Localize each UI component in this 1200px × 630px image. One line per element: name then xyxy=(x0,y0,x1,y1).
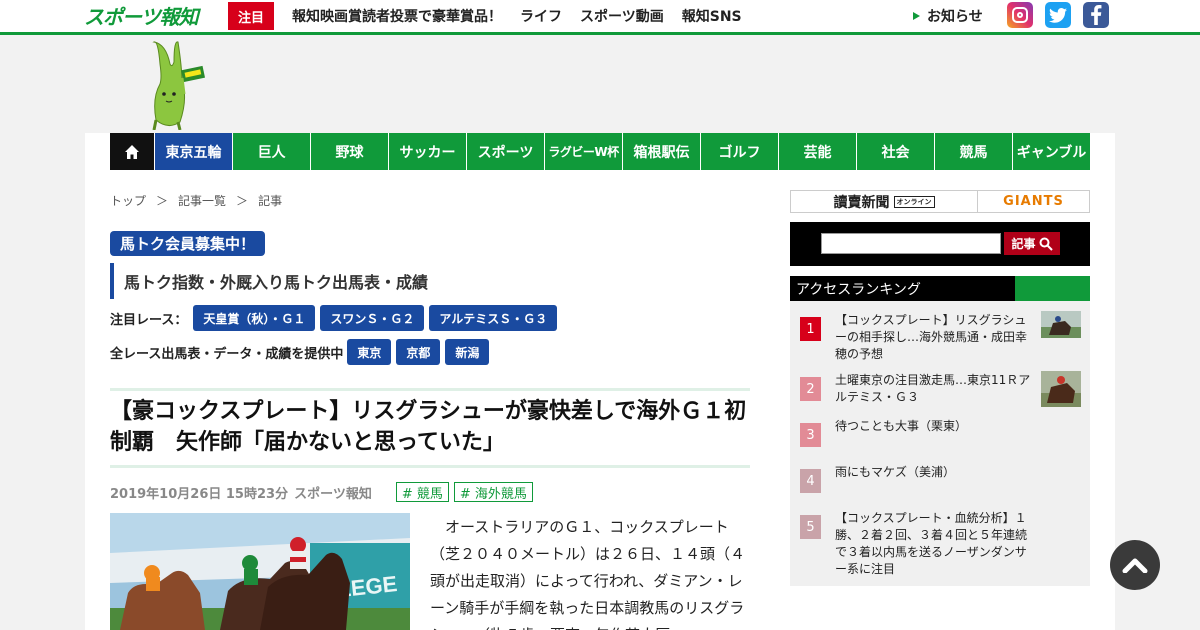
rank-number: 1 xyxy=(800,317,821,341)
featured-races-label: 注目レース： xyxy=(110,312,188,328)
tag-overseas-racing[interactable]: # 海外競馬 xyxy=(453,482,533,502)
mascot-illustration xyxy=(148,38,208,131)
article-photo[interactable]: LEGE xyxy=(110,513,410,630)
article-source: スポーツ報知 xyxy=(294,486,372,502)
headline-divider xyxy=(110,388,750,391)
top-nav-link-sports-video[interactable]: スポーツ動画 xyxy=(580,6,664,26)
back-to-top-button[interactable] xyxy=(1110,540,1160,590)
ranking-thumbnail xyxy=(1041,371,1081,407)
top-nav-link-life[interactable]: ライフ xyxy=(520,6,562,26)
twitter-icon[interactable] xyxy=(1045,2,1071,28)
top-nav-link-movie-award[interactable]: 報知映画賞読者投票で豪華賞品！ xyxy=(292,6,502,26)
nav-item-hakone-ekiden[interactable]: 箱根駅伝 xyxy=(623,133,700,170)
notice-link[interactable]: お知らせ xyxy=(913,6,983,26)
top-nav-link-sns[interactable]: 報知SNS xyxy=(682,6,742,26)
facebook-icon[interactable] xyxy=(1083,2,1109,28)
article-date: 2019年10月26日 15時23分 xyxy=(110,486,289,502)
nav-item-soccer[interactable]: サッカー xyxy=(389,133,466,170)
highlight-badge[interactable]: 注目 xyxy=(228,2,274,30)
triangle-icon xyxy=(913,12,920,20)
rank-number: 2 xyxy=(800,377,821,401)
giants-link[interactable]: GIANTS xyxy=(978,191,1089,212)
nav-item-rugby-world-cup[interactable]: ラグビーW杯 xyxy=(545,133,622,170)
chevron-up-icon xyxy=(1122,558,1148,573)
yomiuri-online-link[interactable]: 讀賣新聞 オンライン xyxy=(791,191,978,212)
search-input[interactable] xyxy=(821,233,1001,254)
breadcrumb: トップ ＞ 記事一覧 ＞ 記事 xyxy=(110,192,292,209)
venue-pill-tokyo[interactable]: 東京 xyxy=(347,339,392,365)
article-body: オーストラリアのＧ１、コックスプレート（芝２０４０メートル）は２６日、１４頭（４… xyxy=(430,518,746,630)
nav-item-baseball[interactable]: 野球 xyxy=(311,133,388,170)
online-badge: オンライン xyxy=(893,195,935,208)
instagram-icon[interactable] xyxy=(1007,2,1033,28)
ranking-item-title: 雨にもマケズ（美浦） xyxy=(835,465,956,479)
ranking-item-title: 待つことも大事（栗東） xyxy=(835,419,968,433)
venue-pill-niigata[interactable]: 新潟 xyxy=(445,339,490,365)
race-pill-swan-stakes[interactable]: スワンＳ・Ｇ２ xyxy=(320,305,425,331)
breadcrumb-current: 記事 xyxy=(258,194,283,208)
rank-number: 5 xyxy=(800,515,821,539)
ranking-thumbnail xyxy=(1041,311,1081,338)
ranking-item-title: 【コックスプレート】リスグラシューの相手探し…海外競馬通・成田幸穂の予想 xyxy=(835,313,1028,361)
nav-item-sports[interactable]: スポーツ xyxy=(467,133,544,170)
search-button-label: 記事 xyxy=(1011,237,1036,251)
headline-divider xyxy=(110,465,750,468)
home-icon[interactable] xyxy=(110,133,154,170)
top-nav: 報知映画賞読者投票で豪華賞品！ ライフ スポーツ動画 報知SNS xyxy=(292,0,760,32)
nav-item-gamble[interactable]: ギャンブル xyxy=(1013,133,1090,170)
search-icon xyxy=(1039,237,1053,251)
tag-horse-racing[interactable]: # 競馬 xyxy=(395,482,449,502)
ranking-header-accent xyxy=(1015,276,1090,301)
nav-item-tokyo-olympics[interactable]: 東京五輪 xyxy=(155,133,232,170)
notice-label: お知らせ xyxy=(927,9,983,25)
nav-item-golf[interactable]: ゴルフ xyxy=(701,133,778,170)
nav-item-horse-racing[interactable]: 競馬 xyxy=(935,133,1012,170)
ranking-title: アクセスランキング xyxy=(796,281,921,298)
main-nav: 東京五輪 巨人 野球 サッカー スポーツ ラグビーW杯 箱根駅伝 ゴルフ 芸能 … xyxy=(110,133,1090,170)
search-button[interactable]: 記事 xyxy=(1004,232,1060,255)
breadcrumb-article-list[interactable]: 記事一覧 xyxy=(178,192,226,209)
rank-number: 4 xyxy=(800,469,821,493)
umatoku-badge[interactable]: 馬トク会員募集中！ xyxy=(110,231,266,256)
race-pill-tenno-sho[interactable]: 天皇賞（秋）・Ｇ１ xyxy=(193,305,316,331)
race-pill-artemis-stakes[interactable]: アルテミスＳ・Ｇ３ xyxy=(429,305,558,331)
yomiuri-logo-text: 讀賣新聞 xyxy=(833,194,890,211)
all-races-row: 全レース出馬表・データ・成績を提供中 東京 京都 新潟 xyxy=(110,339,494,365)
ranking-list: 1 【コックスプレート】リスグラシューの相手探し…海外競馬通・成田幸穂の予想 2… xyxy=(790,301,1090,586)
featured-races-row: 注目レース： 天皇賞（秋）・Ｇ１ スワンＳ・Ｇ２ アルテミスＳ・Ｇ３ xyxy=(110,305,562,331)
header-divider xyxy=(0,32,1200,35)
nav-item-entertainment[interactable]: 芸能 xyxy=(779,133,856,170)
all-races-label: 全レース出馬表・データ・成績を提供中 xyxy=(110,346,344,362)
yomiuri-giants-banner: 讀賣新聞 オンライン GIANTS xyxy=(790,190,1090,213)
site-logo[interactable]: スポーツ報知 xyxy=(84,1,208,29)
breadcrumb-top[interactable]: トップ xyxy=(110,192,146,209)
search-box: 記事 xyxy=(790,222,1090,266)
rank-number: 3 xyxy=(800,423,821,447)
nav-item-society[interactable]: 社会 xyxy=(857,133,934,170)
ranking-header: アクセスランキング xyxy=(790,276,1090,301)
article-headline: 【豪コックスプレート】リスグラシューが豪快差しで海外Ｇ１初制覇 矢作師「届かない… xyxy=(110,399,747,455)
umatoku-subtitle[interactable]: 馬トク指数・外厩入り馬トク出馬表・成績 xyxy=(110,263,428,299)
top-header: スポーツ報知 注目 報知映画賞読者投票で豪華賞品！ ライフ スポーツ動画 報知S… xyxy=(0,0,1200,32)
breadcrumb-separator: ＞ xyxy=(156,194,169,208)
article-meta: 2019年10月26日 15時23分 スポーツ報知 # 競馬 # 海外競馬 xyxy=(110,482,538,502)
venue-pill-kyoto[interactable]: 京都 xyxy=(396,339,441,365)
ranking-item-title: 【コックスプレート・血統分析】１勝、２着２回、３着４回と５年連続で３着以内馬を送… xyxy=(835,511,1028,576)
nav-item-giants[interactable]: 巨人 xyxy=(233,133,310,170)
ranking-item-title: 土曜東京の注目激走馬…東京11Ｒアルテミス・Ｇ３ xyxy=(835,373,1031,404)
breadcrumb-separator: ＞ xyxy=(236,194,249,208)
